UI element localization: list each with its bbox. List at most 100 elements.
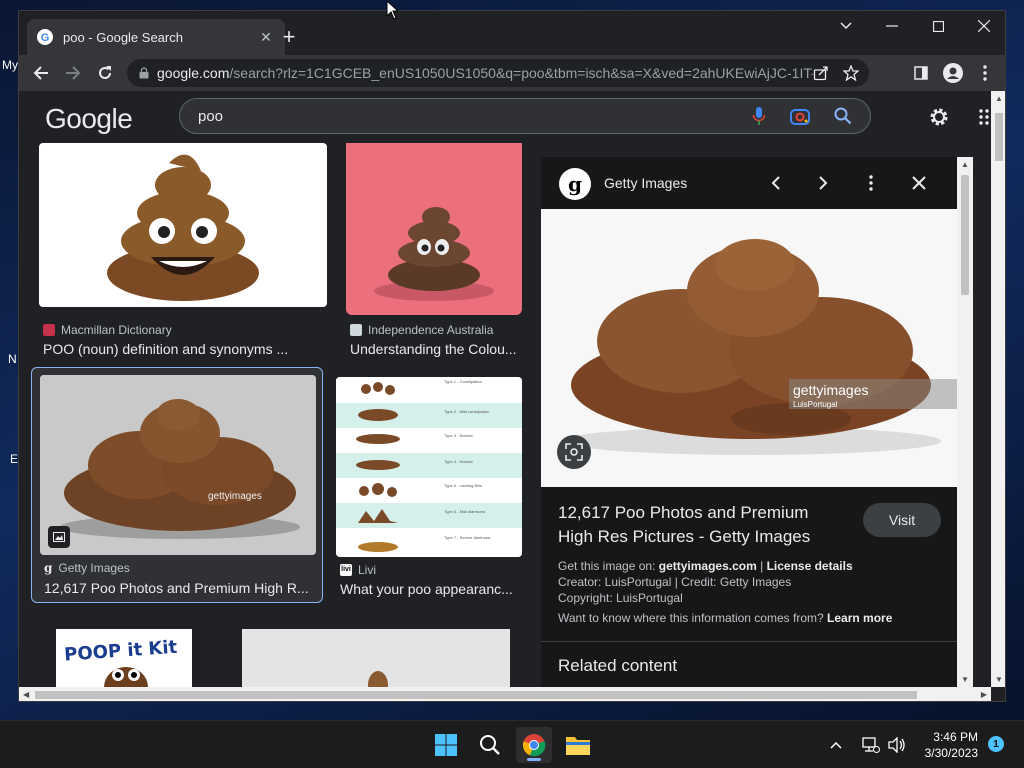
side-panel-icon[interactable] (907, 59, 935, 87)
search-icon[interactable] (834, 107, 852, 125)
macmillan-favicon-icon (43, 324, 55, 336)
poop-kit-image: POOP it Kit (64, 637, 179, 687)
chart-label: Type 6 - Mild diarrhoea (444, 509, 486, 514)
result-title[interactable]: POO (noun) definition and synonyms ... (43, 341, 323, 357)
notification-badge[interactable]: 1 (988, 736, 1004, 752)
chart-label: Type 5 - Lacking fibre (444, 483, 483, 488)
image-result-6[interactable] (242, 629, 510, 687)
image-badge-icon (48, 526, 70, 548)
chart-label: Type 7 - Severe diarrhoea (444, 535, 491, 540)
reload-icon[interactable] (91, 59, 119, 87)
panel-title[interactable]: 12,617 Poo Photos and Premium High Res P… (558, 501, 848, 549)
tab-search-chevron-icon[interactable] (823, 11, 869, 41)
voice-search-mic-icon[interactable] (752, 106, 766, 126)
desktop-icon-label[interactable]: My (2, 58, 18, 72)
image-result-5[interactable]: POOP it Kit (56, 629, 192, 687)
browser-toolbar: google.com/search?rlz=1C1GCEB_enUS1050US… (19, 55, 1005, 91)
google-header: Google (19, 91, 1005, 143)
tab-title: poo - Google Search (63, 29, 183, 45)
taskbar-search-icon[interactable] (472, 727, 508, 763)
taskbar-clock[interactable]: 3:46 PM 3/30/2023 (925, 729, 978, 761)
result-source: Independence Australia (350, 323, 493, 337)
chart-label: Type 1 - Constipation (444, 379, 482, 384)
close-panel-icon[interactable] (907, 171, 931, 195)
taskbar-chrome-icon[interactable] (516, 727, 552, 763)
poop-kit-text: POOP it Kit (64, 637, 179, 666)
desktop-icon-label[interactable]: E (10, 452, 18, 466)
panel-watermark: gettyimages (793, 382, 868, 398)
result-thumbnail[interactable]: Type 1 - Constipation Type 2 - Mild cons… (336, 377, 522, 557)
image-result-3-selected[interactable]: gettyimages g Getty Images 12,617 Poo Pho… (31, 367, 323, 603)
google-images-page: Google poo Macmillan Dictionary POO (nou… (19, 91, 1005, 701)
result-thumbnail[interactable] (346, 143, 522, 315)
result-title[interactable]: Understanding the Colou... (350, 341, 522, 357)
windows-taskbar: 3:46 PM 3/30/2023 1 (0, 720, 1024, 768)
panel-source-name[interactable]: Getty Images (604, 175, 687, 191)
search-input[interactable] (198, 107, 752, 125)
panel-scrollbar[interactable]: ▲ ▼ (957, 157, 973, 687)
taskbar-file-explorer-icon[interactable] (560, 727, 596, 763)
lens-camera-icon[interactable] (790, 107, 810, 125)
network-icon[interactable] (862, 721, 880, 768)
copyright: Copyright: LuisPortugal (558, 591, 683, 605)
result-title[interactable]: 12,617 Poo Photos and Premium High R... (44, 580, 316, 596)
stool-chart-image: Type 1 - Constipation Type 2 - Mild cons… (336, 377, 522, 557)
next-chevron-icon[interactable] (811, 171, 835, 195)
independence-favicon-icon (350, 324, 362, 336)
result-source: livi Livi (340, 563, 377, 577)
start-windows-icon[interactable] (428, 727, 464, 763)
panel-header: g Getty Images (541, 157, 957, 209)
new-tab-button[interactable]: + (277, 25, 301, 49)
license-details-link[interactable]: License details (767, 559, 853, 573)
active-app-indicator (527, 758, 541, 761)
result-thumbnail[interactable] (242, 629, 510, 687)
close-window-button[interactable] (961, 11, 1005, 41)
result-thumbnail[interactable] (39, 143, 327, 307)
tab-google-search[interactable]: G poo - Google Search ✕ (27, 19, 285, 55)
result-thumbnail[interactable]: gettyimages (40, 375, 316, 555)
minimize-button[interactable] (869, 11, 915, 41)
previous-chevron-icon[interactable] (763, 171, 787, 195)
bookmark-star-icon[interactable] (843, 65, 859, 81)
image-result-1[interactable]: Macmillan Dictionary POO (noun) definiti… (39, 143, 327, 369)
chrome-menu-icon[interactable] (971, 59, 999, 87)
tab-close-icon[interactable]: ✕ (257, 29, 275, 46)
maximize-button[interactable] (915, 11, 961, 41)
chart-label: Type 4 - Normal (444, 459, 473, 464)
settings-gear-icon[interactable] (927, 105, 951, 129)
getty-link[interactable]: gettyimages.com (659, 559, 757, 573)
back-arrow-icon[interactable] (27, 59, 55, 87)
result-source: Macmillan Dictionary (43, 323, 172, 337)
volume-icon[interactable] (888, 721, 906, 768)
result-title[interactable]: What your poo appearanc... (340, 581, 520, 597)
more-options-icon[interactable] (859, 171, 883, 195)
visit-button[interactable]: Visit (863, 503, 941, 537)
page-horizontal-scrollbar[interactable]: ◀ ▶ (19, 687, 991, 701)
image-result-2[interactable]: Independence Australia Understanding the… (346, 143, 522, 369)
share-icon[interactable] (813, 65, 829, 81)
chart-label: Type 3 - Normal (444, 433, 473, 438)
image-result-4[interactable]: Type 1 - Constipation Type 2 - Mild cons… (336, 377, 522, 603)
related-content-heading: Related content (558, 656, 678, 675)
tray-overflow-chevron-icon[interactable] (830, 721, 842, 768)
panel-scrollbar-thumb[interactable] (961, 175, 969, 295)
desktop-icon-label[interactable]: N (8, 352, 17, 366)
livi-favicon-icon: livi (340, 564, 352, 576)
getty-favicon-icon: g (44, 561, 53, 575)
preview-image[interactable]: gettyimages LuisPortugal (541, 209, 957, 487)
forward-arrow-icon[interactable] (59, 59, 87, 87)
page-vertical-scrollbar[interactable]: ▲ ▼ (991, 91, 1005, 687)
learn-more-link[interactable]: Learn more (827, 611, 892, 625)
result-thumbnail[interactable]: POOP it Kit (56, 629, 192, 687)
horizontal-scrollbar-thumb[interactable] (35, 691, 917, 699)
result-source: g Getty Images (44, 561, 130, 575)
lock-icon (139, 67, 149, 79)
search-box[interactable] (179, 98, 871, 134)
google-logo[interactable]: Google (45, 103, 133, 135)
getty-logo-icon[interactable]: g (559, 168, 591, 200)
profile-avatar-icon[interactable] (939, 59, 967, 87)
address-bar[interactable]: google.com/search?rlz=1C1GCEB_enUS1050US… (127, 59, 869, 87)
panel-divider (541, 641, 957, 642)
lens-search-image-icon[interactable] (557, 435, 591, 469)
vertical-scrollbar-thumb[interactable] (995, 113, 1003, 161)
